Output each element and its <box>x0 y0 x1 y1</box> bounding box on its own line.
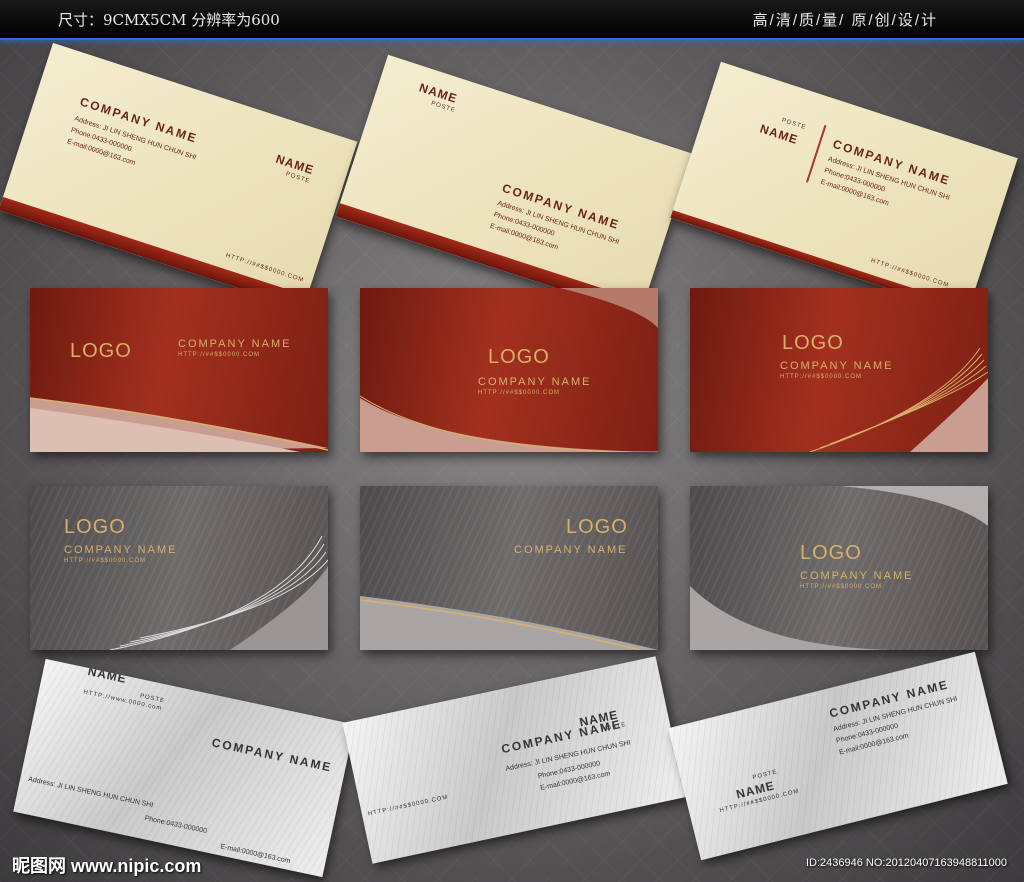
site-watermark: 昵图网 www.nipic.com <box>12 856 202 876</box>
company-name: COMPANY NAME <box>64 544 178 556</box>
logo-text: LOGO <box>800 542 862 564</box>
company-name: COMPANY NAME <box>780 360 894 372</box>
card-curve <box>30 397 328 452</box>
company-name: COMPANY NAME <box>178 338 292 350</box>
company-name: COMPANY NAME <box>800 570 914 582</box>
website: HTTP://##$$0000.COM <box>780 374 863 380</box>
logo-text: LOGO <box>782 332 844 354</box>
card-curve <box>360 596 658 650</box>
logo-text: LOGO <box>70 340 132 362</box>
business-card-11: COMPANY NAME NAME POSTE HTTP://##$$0000.… <box>342 656 686 864</box>
business-card-9: LOGO COMPANY NAME HTTP://##$$0000.COM <box>690 486 988 650</box>
business-card-7: LOGO COMPANY NAME HTTP://##$$0000.COM <box>30 486 328 650</box>
website: HTTP://##$$0000.COM <box>178 352 261 358</box>
business-card-10: NAME POSTE HTTP://www.0000.com COMPANY N… <box>13 658 355 878</box>
business-card-1: COMPANY NAME Address: JI LIN SHENG HUN C… <box>0 42 358 310</box>
business-card-2: NAME POSTE COMPANY NAME Address: JI LIN … <box>335 54 693 316</box>
business-card-12: POSTE NAME HTTP://##$$0000.COM COMPANY N… <box>668 651 1008 861</box>
website: HTTP://##$$0000.COM <box>64 558 147 564</box>
company-name: COMPANY NAME <box>478 376 592 388</box>
top-banner: 尺寸：9CMX5CM 分辨率为600 高/清/质/量/ 原/创/设/计 <box>0 0 1024 40</box>
business-card-8: LOGO COMPANY NAME <box>360 486 658 650</box>
website: HTTP://##$$0000.COM <box>800 584 883 590</box>
quality-slogan: 高/清/质/量/ 原/创/设/计 <box>752 12 938 29</box>
card-curve <box>360 288 658 452</box>
logo-text: LOGO <box>566 516 628 538</box>
company-name: COMPANY NAME <box>210 735 334 775</box>
card-lines <box>109 535 328 650</box>
logo-text: LOGO <box>64 516 126 538</box>
size-info: 尺寸：9CMX5CM 分辨率为600 <box>58 11 280 29</box>
id-watermark: ID:2436946 NO:20120407163948811000 <box>806 857 1008 869</box>
company-name: COMPANY NAME <box>514 544 628 556</box>
website: HTTP://##$$0000.COM <box>478 390 561 396</box>
business-card-3: POSTE NAME COMPANY NAME Address: JI LIN … <box>670 61 1018 315</box>
card-curve <box>690 486 988 650</box>
business-card-6: LOGO COMPANY NAME HTTP://##$$0000.COM <box>690 288 988 452</box>
business-card-4: LOGO COMPANY NAME HTTP://##$$0000.COM <box>30 288 328 452</box>
email: E-mail:0000@163.com <box>219 843 291 866</box>
address: Address: JI LIN SHENG HUN CHUN SHI <box>27 775 154 810</box>
business-card-5: LOGO COMPANY NAME HTTP://##$$0000.COM <box>360 288 658 452</box>
person-name: NAME <box>86 664 129 686</box>
logo-text: LOGO <box>488 346 550 368</box>
phone: Phone:0433-000000 <box>143 814 208 836</box>
website: HTTP://##$$0000.COM <box>367 794 450 818</box>
